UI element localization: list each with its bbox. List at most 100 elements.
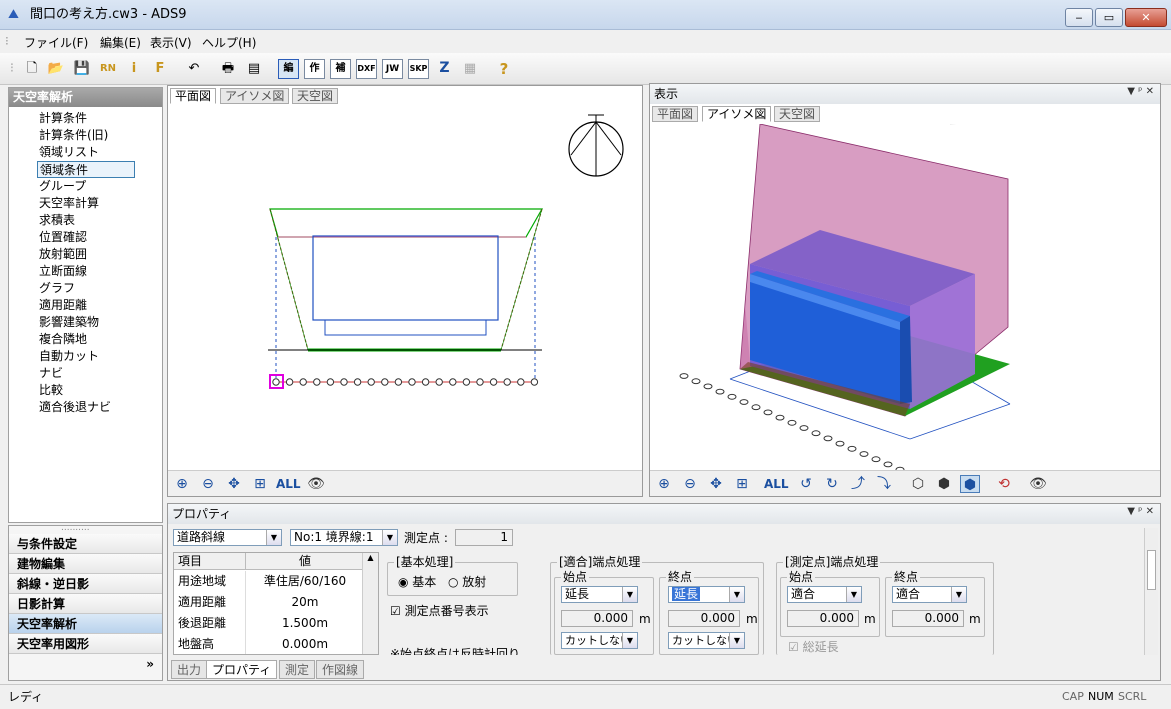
- tree-item-10[interactable]: グラフ: [37, 280, 77, 297]
- tree-item-8[interactable]: 放射範囲: [37, 246, 89, 263]
- fit-start-select[interactable]: 延長 ▼: [561, 586, 638, 603]
- close-button[interactable]: ✕: [1125, 8, 1167, 27]
- tree-item-5[interactable]: 天空率計算: [37, 195, 101, 212]
- tab-isometric[interactable]: アイソメ図: [220, 88, 290, 104]
- zoom-all-button[interactable]: ALL: [764, 475, 789, 493]
- total-length-checkbox[interactable]: ☑ 総延長: [788, 640, 839, 654]
- nav-item-5[interactable]: 天空率用図形: [9, 634, 162, 654]
- tree-item-0[interactable]: 計算条件: [37, 110, 89, 127]
- jw-button[interactable]: JW: [382, 59, 403, 79]
- z-button[interactable]: Z: [434, 59, 455, 79]
- zoom-out-icon[interactable]: ⊖: [198, 475, 218, 493]
- point-number-checkbox[interactable]: ☑ 測定点番号表示: [390, 604, 489, 618]
- zoom-all-button[interactable]: ALL: [276, 475, 301, 493]
- edit-mode-button[interactable]: 編: [278, 59, 299, 79]
- measure-end-length[interactable]: 0.000: [892, 610, 964, 627]
- open-folder-icon[interactable]: 📂: [46, 59, 66, 79]
- properties-scrollbar[interactable]: [1144, 528, 1158, 655]
- table-row-value[interactable]: 1.500m: [246, 613, 364, 634]
- menu-help[interactable]: ヘルプ(H): [202, 34, 256, 51]
- orbit-icon[interactable]: ⟲: [994, 475, 1014, 493]
- tree-item-13[interactable]: 複合隣地: [37, 331, 89, 348]
- point-number-field[interactable]: 1: [455, 529, 513, 546]
- pan-icon[interactable]: ✥: [224, 475, 244, 493]
- zoom-out-icon[interactable]: ⊖: [680, 475, 700, 493]
- f-icon[interactable]: F: [150, 59, 170, 79]
- rotate-left-icon[interactable]: ↺: [796, 475, 816, 493]
- new-file-icon[interactable]: 🗋: [22, 59, 42, 79]
- tree-item-9[interactable]: 立断面線: [37, 263, 89, 280]
- print-preview-icon[interactable]: ▤: [244, 59, 264, 79]
- building-icon[interactable]: ▦: [460, 59, 480, 79]
- nav-item-2[interactable]: 斜線・逆日影: [9, 574, 162, 594]
- nav-item-0[interactable]: 与条件設定: [9, 534, 162, 554]
- radio-radial[interactable]: ○ 放射: [448, 575, 486, 589]
- boundary-select[interactable]: No:1 境界線:1 ▼: [290, 529, 398, 546]
- draw-mode-button[interactable]: 作: [304, 59, 325, 79]
- menu-file[interactable]: ファイル(F): [24, 34, 88, 51]
- table-scrollbar[interactable]: ▲: [362, 553, 378, 654]
- zoom-window-icon[interactable]: ⊞: [732, 475, 752, 493]
- tree-item-4[interactable]: グループ: [37, 178, 88, 195]
- rotate-up-icon[interactable]: ⤴: [848, 475, 868, 493]
- minimize-button[interactable]: ‒: [1065, 8, 1093, 27]
- measure-start-select[interactable]: 適合 ▼: [787, 586, 862, 603]
- tree-item-3[interactable]: 領域条件: [37, 161, 135, 178]
- tab-plan[interactable]: 平面図: [652, 106, 699, 122]
- wireframe-cube-icon[interactable]: ⬡: [908, 475, 928, 493]
- zoom-window-icon[interactable]: ⊞: [250, 475, 270, 493]
- rotate-right-icon[interactable]: ↻: [822, 475, 842, 493]
- tree-item-17[interactable]: 適合後退ナビ: [37, 399, 113, 416]
- tab-output[interactable]: 出力: [171, 660, 208, 679]
- zoom-in-icon[interactable]: ⊕: [172, 475, 192, 493]
- tree-item-14[interactable]: 自動カット: [37, 348, 101, 365]
- nav-more-button[interactable]: »: [146, 657, 154, 671]
- tab-measure[interactable]: 測定: [279, 660, 316, 679]
- hidden-line-cube-icon[interactable]: ⬢: [934, 475, 954, 493]
- table-row-value[interactable]: 0.000m: [246, 634, 364, 654]
- fit-end-length[interactable]: 0.000: [668, 610, 740, 627]
- tab-properties[interactable]: プロパティ: [206, 660, 278, 679]
- fit-end-cut-select[interactable]: カットしない ▼: [668, 632, 745, 649]
- fit-end-select[interactable]: 延長 ▼: [668, 586, 745, 603]
- menu-edit[interactable]: 編集(E): [100, 34, 141, 51]
- plan-drawing[interactable]: [168, 105, 642, 470]
- rotate-down-icon[interactable]: ⤵: [874, 475, 894, 493]
- fit-start-cut-select[interactable]: カットしない ▼: [561, 632, 638, 649]
- dxf-button[interactable]: DXF: [356, 59, 377, 79]
- tree-item-11[interactable]: 適用距離: [37, 297, 89, 314]
- tree-item-7[interactable]: 位置確認: [37, 229, 89, 246]
- tree-item-6[interactable]: 求積表: [37, 212, 77, 229]
- measure-end-select[interactable]: 適合 ▼: [892, 586, 967, 603]
- tab-plan[interactable]: 平面図: [170, 88, 217, 104]
- eye-icon[interactable]: 👁: [1028, 475, 1048, 493]
- tab-isometric[interactable]: アイソメ図: [702, 106, 772, 122]
- tree-item-1[interactable]: 計算条件(旧): [37, 127, 110, 144]
- shaded-cube-icon[interactable]: ⬢: [960, 475, 980, 493]
- tree-item-15[interactable]: ナビ: [37, 365, 65, 382]
- slope-type-select[interactable]: 道路斜線 ▼: [173, 529, 282, 546]
- tree-item-16[interactable]: 比較: [37, 382, 65, 399]
- table-row-value[interactable]: 20m: [246, 592, 364, 613]
- rn-icon[interactable]: RN: [98, 59, 118, 79]
- tab-sky[interactable]: 天空図: [774, 106, 821, 122]
- menu-view[interactable]: 表示(V): [150, 34, 192, 51]
- measure-start-length[interactable]: 0.000: [787, 610, 859, 627]
- nav-item-4[interactable]: 天空率解析: [9, 614, 162, 634]
- iso-drawing[interactable]: [650, 124, 1160, 470]
- zoom-in-icon[interactable]: ⊕: [654, 475, 674, 493]
- tab-construction-lines[interactable]: 作図線: [316, 660, 365, 679]
- pan-icon[interactable]: ✥: [706, 475, 726, 493]
- radio-basic[interactable]: ◉ 基本: [398, 575, 436, 589]
- fit-start-length[interactable]: 0.000: [561, 610, 633, 627]
- skp-button[interactable]: SKP: [408, 59, 429, 79]
- tree-item-2[interactable]: 領域リスト: [37, 144, 101, 161]
- maximize-button[interactable]: ▭: [1095, 8, 1123, 27]
- info-icon[interactable]: i: [124, 59, 144, 79]
- nav-grip[interactable]: ..........: [61, 523, 90, 533]
- tab-sky[interactable]: 天空図: [292, 88, 339, 104]
- undo-icon[interactable]: ↶: [184, 59, 204, 79]
- pane-controls[interactable]: ▼ ᵖ ✕: [1127, 86, 1154, 97]
- tree-item-12[interactable]: 影響建築物: [37, 314, 101, 331]
- eye-icon[interactable]: 👁: [306, 475, 326, 493]
